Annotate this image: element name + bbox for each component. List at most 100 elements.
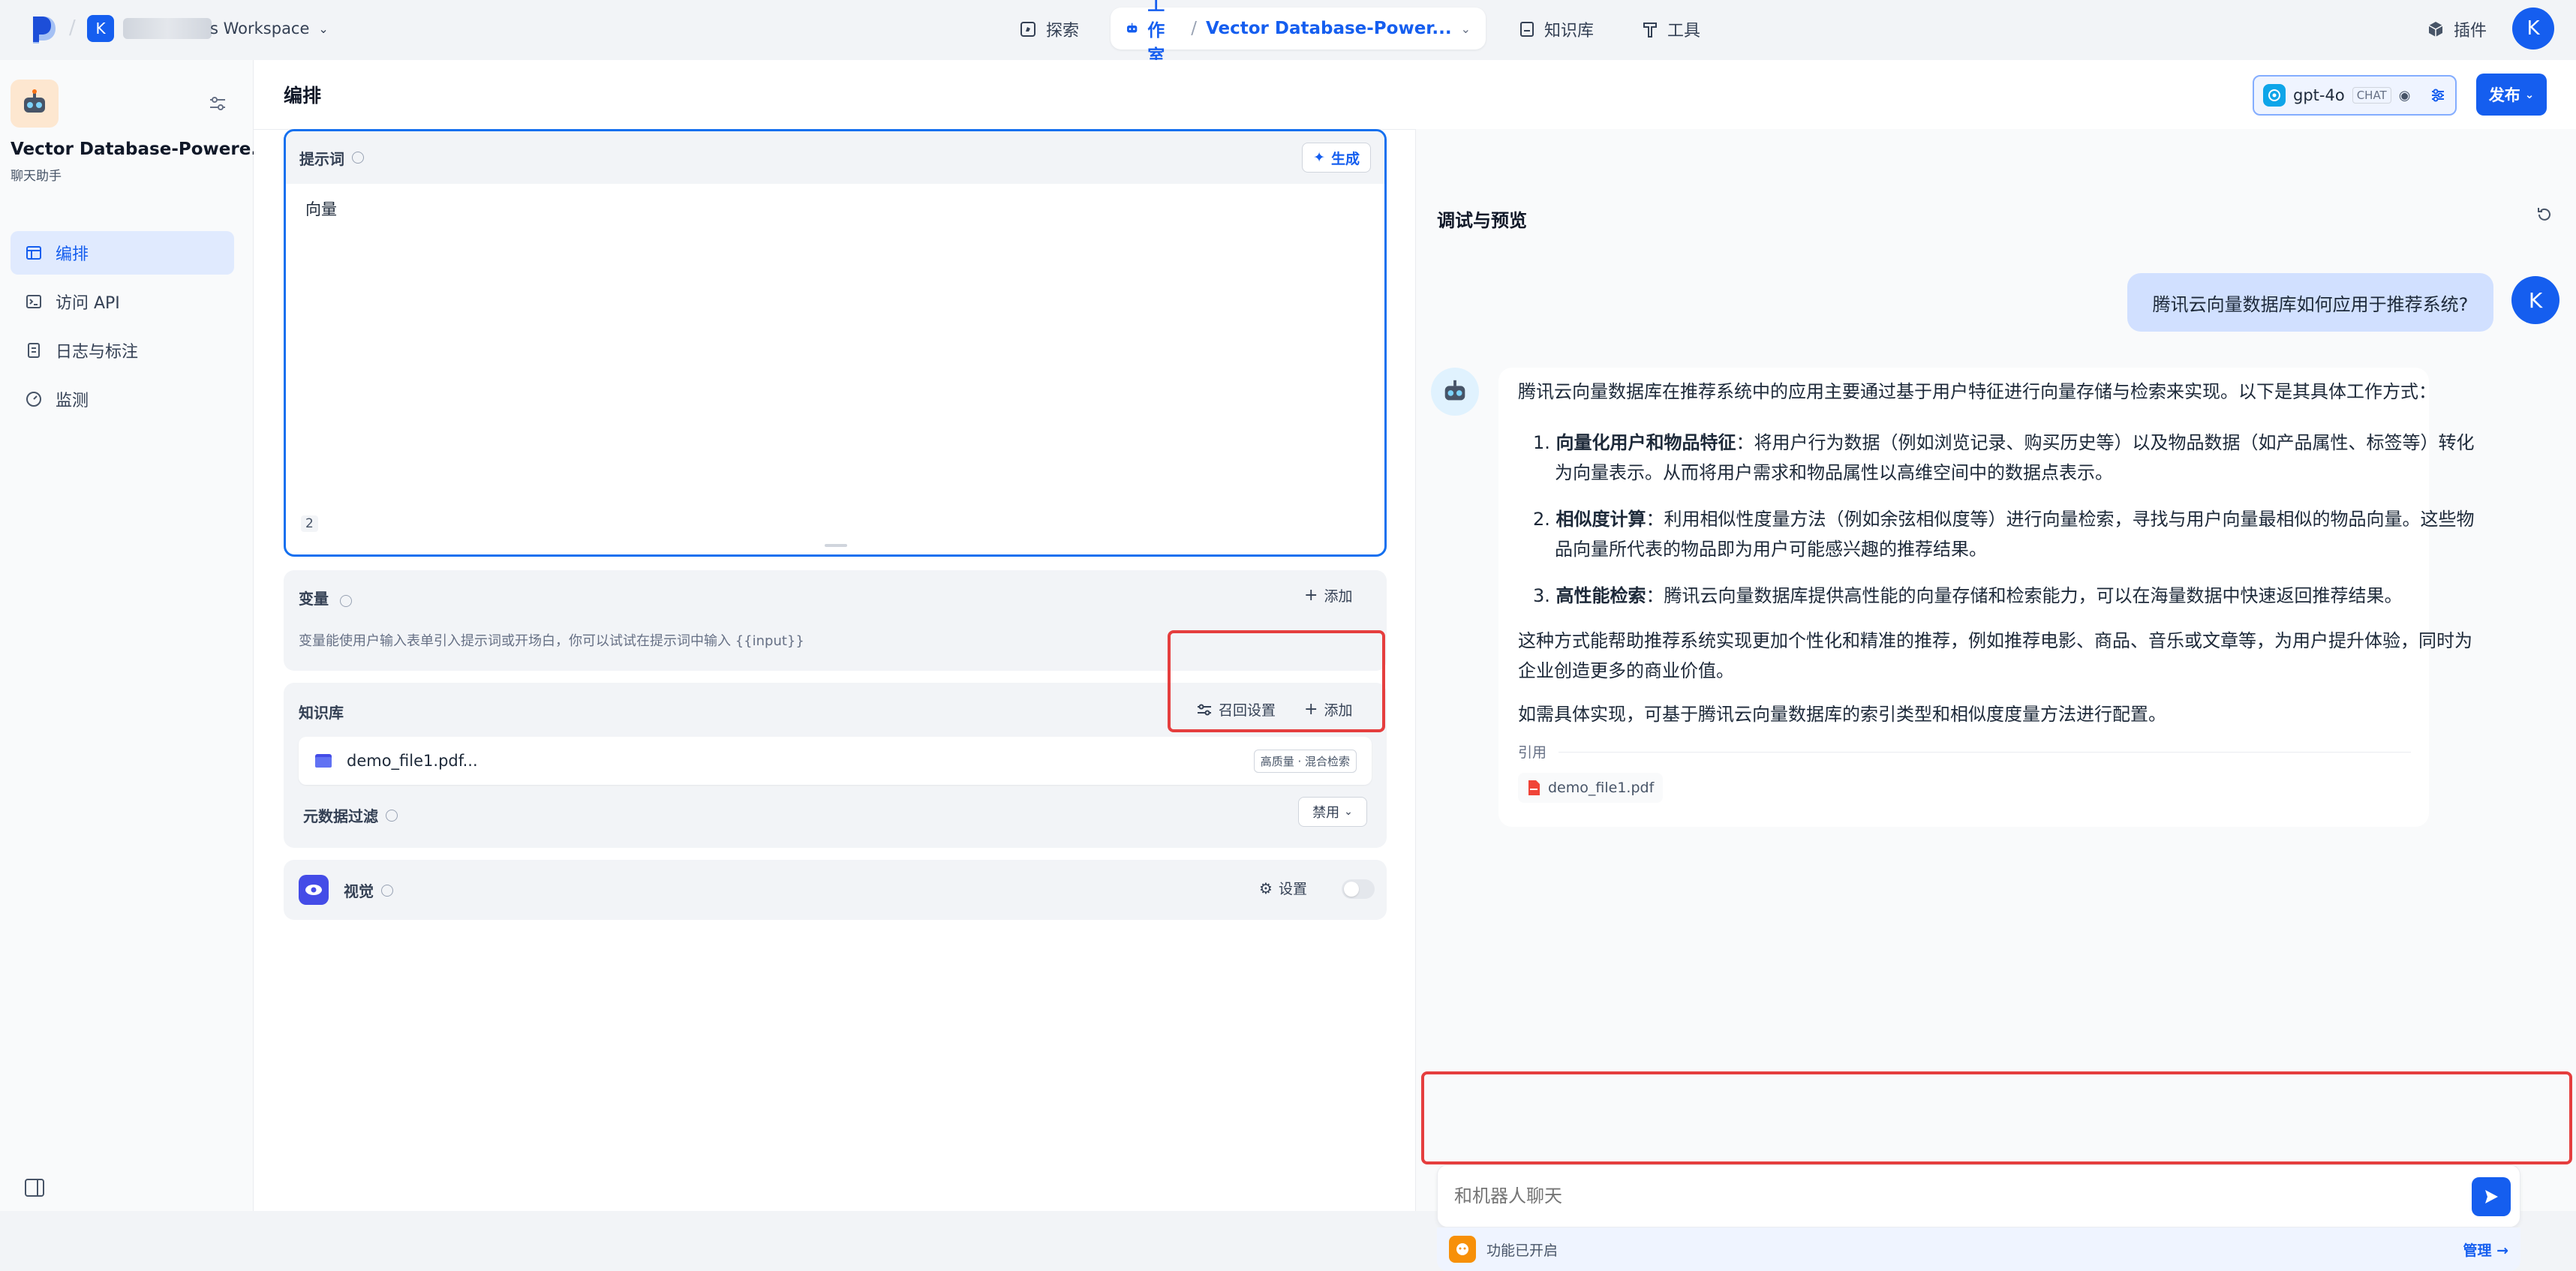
user-avatar: K: [2511, 276, 2559, 324]
breadcrumb: 工作室 / Vector Database-Power... ⌄: [1111, 0, 1486, 66]
metadata-label: 元数据过滤: [303, 807, 378, 825]
publish-label: 发布: [2488, 86, 2520, 104]
nav-plugins[interactable]: 插件: [2427, 11, 2487, 48]
variables-header: 变量: [299, 587, 353, 608]
item-number: 1.: [1533, 432, 1550, 453]
feature-status: 功能已开启: [1486, 1242, 1559, 1259]
sparkle-icon: ✦: [1313, 149, 1325, 166]
workspace-name-redacted: [123, 18, 212, 39]
app-icon: [11, 80, 59, 128]
settings-sliders-icon[interactable]: [2430, 87, 2446, 104]
sidebar-item-logs[interactable]: 日志与标注: [11, 329, 234, 372]
main-panel: 编排 gpt-4o CHAT ◉ 发布 ⌄ 提示词 ✦ 生成 向量 2 变量 +…: [254, 60, 2576, 1271]
sidebar-item-orchestrate[interactable]: 编排: [11, 231, 234, 275]
variables-hint: 变量能使用户输入表单引入提示词或开场白，你可以试试在提示词中输入 {{input…: [299, 633, 804, 649]
prompt-label: 提示词: [299, 149, 344, 168]
nav-explore-label: 探索: [1046, 22, 1080, 41]
bot-avatar: [1431, 368, 1479, 416]
send-button[interactable]: [2472, 1177, 2511, 1216]
app-title: Vector Database-Powere...: [11, 140, 271, 159]
manage-link[interactable]: 管理 →: [2463, 1239, 2508, 1260]
prompt-textarea[interactable]: 向量: [305, 197, 337, 220]
item-heading: 高性能检索: [1556, 585, 1646, 606]
help-icon: [386, 809, 398, 822]
breadcrumb-separator: /: [1191, 19, 1197, 38]
file-name: demo_file1.pdf...: [347, 752, 478, 770]
gauge-icon: [26, 392, 41, 407]
help-icon: [381, 884, 393, 897]
chat-input-box[interactable]: [1437, 1164, 2520, 1227]
workspace-avatar: K: [87, 15, 114, 42]
nav-explore[interactable]: 探索: [1019, 11, 1079, 48]
plus-icon: +: [1304, 586, 1318, 605]
resize-handle[interactable]: [825, 544, 847, 547]
chevron-down-icon: ⌄: [318, 21, 329, 36]
top-navigation: / K s Workspace ⌄ 探索 工作室 / Vector Databa…: [0, 0, 2576, 66]
publish-button[interactable]: 发布 ⌄: [2476, 74, 2547, 116]
paragraph-line: 企业创造更多的商业价值。: [1518, 660, 1734, 681]
chat-input[interactable]: [1454, 1180, 2430, 1213]
citation-label: 引用: [1518, 744, 1547, 761]
send-icon: [2485, 1190, 2498, 1203]
feature-icon: [1449, 1236, 1476, 1263]
app-settings-icon[interactable]: [207, 93, 228, 114]
nav-tools-label: 工具: [1667, 22, 1701, 41]
hammer-icon: [1643, 23, 1657, 38]
sidebar-item-api[interactable]: 访问 API: [11, 280, 234, 323]
add-variable-button[interactable]: + 添加: [1304, 585, 1352, 605]
generate-button[interactable]: ✦ 生成: [1302, 143, 1371, 173]
help-icon: [340, 594, 353, 607]
item-line: 品向量所代表的物品即为用户可能感兴趣的推荐结果。: [1555, 539, 1987, 560]
workspace-name: s Workspace: [210, 20, 310, 38]
model-selector[interactable]: gpt-4o CHAT ◉: [2253, 75, 2457, 116]
item-line: 为向量表示。从而将用户需求和物品属性以高维空间中的数据点表示。: [1555, 462, 2113, 483]
model-name: gpt-4o: [2293, 86, 2345, 104]
page-title: 编排: [284, 85, 322, 107]
metadata-filter-select[interactable]: 禁用 ⌄: [1298, 797, 1367, 827]
item-line: ：腾讯云向量数据库提供高性能的向量存储和检索能力，可以在海量数据中快速返回推荐结…: [1646, 585, 2403, 606]
add-label: 添加: [1324, 588, 1353, 605]
chevron-down-icon: ⌄: [2524, 88, 2535, 101]
sidebar-item-label: 日志与标注: [56, 343, 139, 362]
workspace-switcher[interactable]: K s Workspace ⌄: [87, 14, 329, 44]
sidebar-item-label: 监测: [56, 392, 89, 410]
nav-tools[interactable]: 工具: [1642, 11, 1700, 48]
retrieval-mode-badge: 高质量 · 混合检索: [1253, 749, 1357, 773]
refresh-icon[interactable]: [2534, 204, 2555, 225]
settings-label: 设置: [1278, 881, 1307, 897]
prompt-card: 提示词 ✦ 生成 向量 2: [284, 129, 1387, 557]
logo-icon[interactable]: [30, 15, 57, 44]
answer-intro: 腾讯云向量数据库在推荐系统中的应用主要通过基于用户特征进行向量存储与检索来实现。…: [1518, 381, 2436, 402]
answer-item-1: 1. 向量化用户和物品特征：将用户行为数据（例如浏览记录、购买历史等）以及物品数…: [1533, 428, 2475, 488]
sidebar-item-label: 访问 API: [56, 294, 120, 313]
tab-studio[interactable]: 工作室: [1147, 0, 1182, 67]
answer-paragraph-2: 如需具体实现，可基于腾讯云向量数据库的索引类型和相似度度量方法进行配置。: [1518, 704, 2166, 725]
current-app-name[interactable]: Vector Database-Power...: [1206, 19, 1452, 38]
vision-toggle[interactable]: [1342, 879, 1375, 899]
layout-icon: [26, 246, 41, 260]
vision-settings-button[interactable]: ⚙ 设置: [1259, 878, 1307, 898]
cube-icon: [2428, 22, 2443, 37]
user-avatar[interactable]: K: [2512, 8, 2554, 50]
preview-panel: 调试与预览 腾讯云向量数据库如何应用于推荐系统? K 腾讯云向量数据库在推荐系统…: [1415, 129, 2576, 1271]
item-heading: 相似度计算: [1556, 509, 1646, 530]
collapse-sidebar-icon[interactable]: [24, 1178, 45, 1197]
user-message: 腾讯云向量数据库如何应用于推荐系统?: [2127, 273, 2493, 332]
prompt-header: 提示词 ✦ 生成: [286, 131, 1384, 184]
vision-card: 视觉 ⚙ 设置: [284, 860, 1387, 920]
generate-label: 生成: [1330, 150, 1360, 167]
citation-file[interactable]: demo_file1.pdf: [1518, 773, 1664, 803]
citation-divider: [1559, 752, 2411, 753]
vision-label: 视觉: [344, 882, 374, 900]
pdf-icon: [1528, 780, 1540, 795]
nav-knowledge[interactable]: 知识库: [1519, 11, 1594, 48]
knowledge-file-item[interactable]: demo_file1.pdf... 高质量 · 混合检索: [299, 737, 1372, 785]
nav-separator: /: [69, 17, 76, 39]
sidebar-item-monitor[interactable]: 监测: [11, 377, 234, 421]
metadata-value: 禁用: [1312, 805, 1340, 821]
feature-status-bar: 功能已开启 管理 →: [1437, 1227, 2520, 1271]
metadata-filter-row: 元数据过滤: [303, 804, 398, 826]
vision-icon: [299, 875, 329, 905]
vision-header: 视觉: [344, 879, 393, 901]
chevron-down-icon[interactable]: ⌄: [1461, 22, 1471, 36]
